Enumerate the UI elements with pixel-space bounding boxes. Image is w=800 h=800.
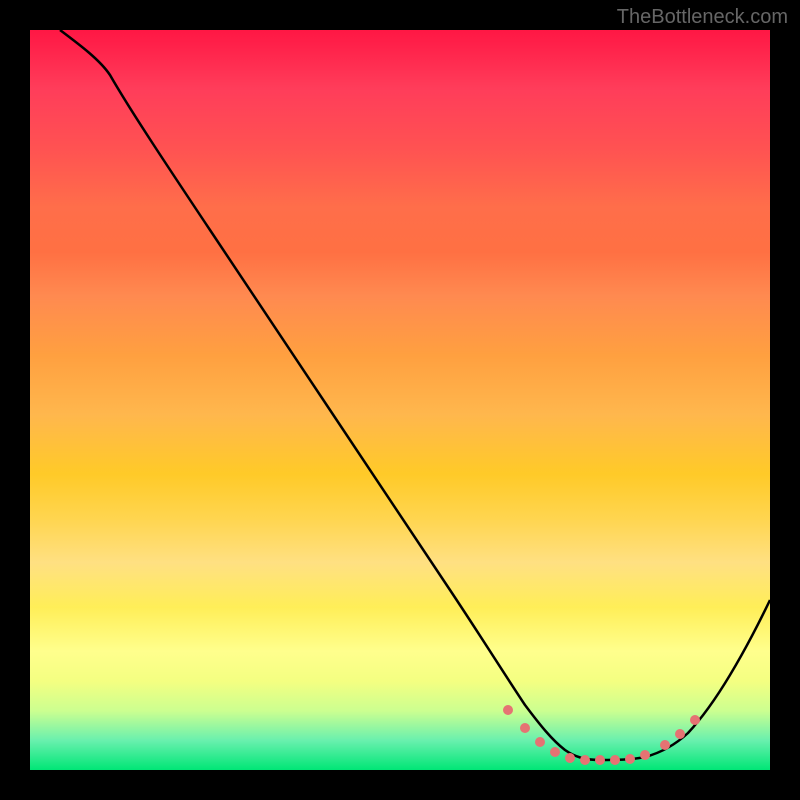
- marker-dot: [660, 740, 670, 750]
- marker-dot: [535, 737, 545, 747]
- marker-dot: [503, 705, 513, 715]
- marker-dot: [580, 755, 590, 765]
- bottleneck-curve-svg: [30, 30, 770, 770]
- marker-dot: [520, 723, 530, 733]
- watermark-text: TheBottleneck.com: [617, 6, 788, 29]
- marker-dot: [610, 755, 620, 765]
- optimal-range-markers: [503, 705, 700, 765]
- marker-dot: [595, 755, 605, 765]
- marker-dot: [640, 750, 650, 760]
- marker-dot: [675, 729, 685, 739]
- marker-dot: [625, 754, 635, 764]
- marker-dot: [690, 715, 700, 725]
- plot-area: [30, 30, 770, 770]
- marker-dot: [565, 753, 575, 763]
- bottleneck-curve-path: [60, 30, 770, 760]
- chart-container: TheBottleneck.com: [0, 0, 800, 800]
- marker-dot: [550, 747, 560, 757]
